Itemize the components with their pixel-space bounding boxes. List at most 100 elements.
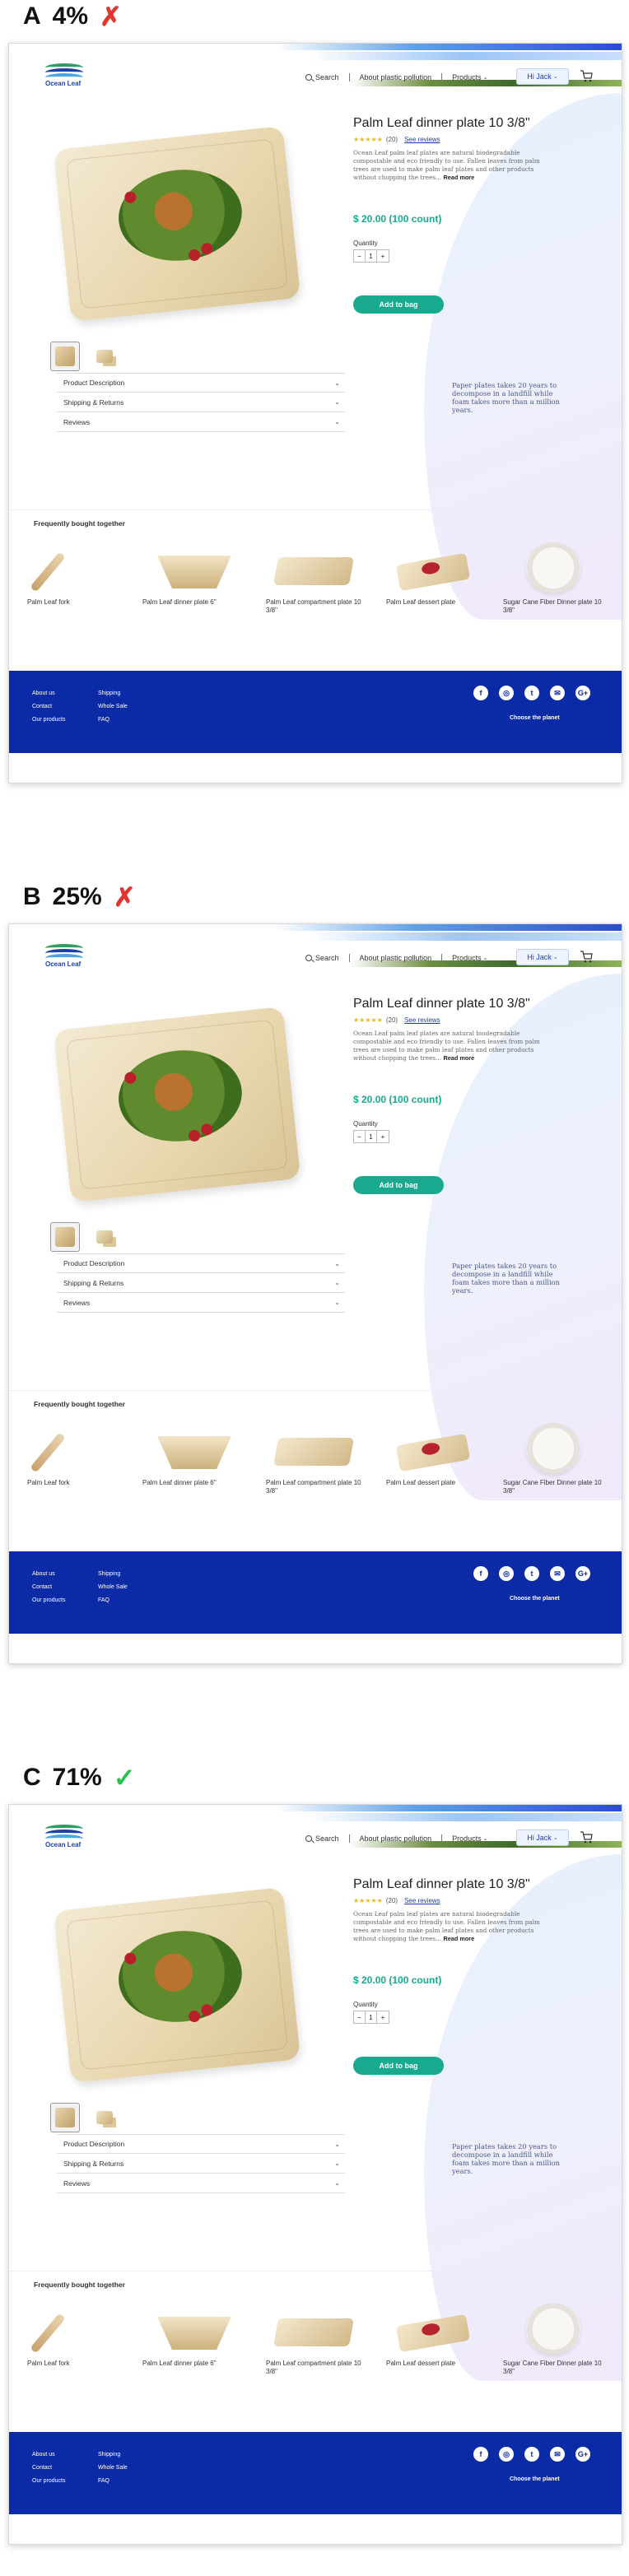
- footer-link[interactable]: FAQ: [98, 714, 128, 727]
- quantity-value[interactable]: 1: [366, 250, 377, 262]
- nav-search[interactable]: Search: [315, 1834, 339, 1843]
- read-more-link[interactable]: Read more: [443, 1054, 474, 1062]
- nav-products[interactable]: Products: [452, 1834, 482, 1843]
- thumbnail[interactable]: [90, 1222, 119, 1252]
- google-plus-icon[interactable]: G+: [575, 2447, 590, 2462]
- nav-search[interactable]: Search: [315, 73, 339, 81]
- read-more-link[interactable]: Read more: [443, 174, 474, 181]
- facebook-icon[interactable]: f: [473, 2447, 488, 2462]
- google-plus-icon[interactable]: G+: [575, 1566, 590, 1581]
- footer-link[interactable]: Our products: [32, 714, 65, 727]
- nav-about[interactable]: About plastic pollution: [360, 1834, 432, 1843]
- twitter-icon[interactable]: t: [524, 1566, 539, 1581]
- see-reviews-link[interactable]: See reviews: [404, 136, 440, 143]
- footer-link[interactable]: About us: [32, 687, 65, 700]
- fbt-product[interactable]: Palm Leaf fork: [27, 542, 126, 607]
- footer-link[interactable]: Shipping: [98, 1568, 128, 1581]
- footer-link[interactable]: About us: [32, 2448, 65, 2462]
- instagram-icon[interactable]: ◎: [499, 1566, 514, 1581]
- quantity-decrease-button[interactable]: −: [354, 2011, 366, 2023]
- fbt-product[interactable]: Palm Leaf dessert plate: [386, 1423, 485, 1487]
- search-icon[interactable]: [305, 1835, 312, 1842]
- email-icon[interactable]: ✉: [550, 686, 565, 700]
- fbt-product[interactable]: Palm Leaf fork: [27, 2304, 126, 2368]
- footer-link[interactable]: Contact: [32, 700, 65, 714]
- quantity-decrease-button[interactable]: −: [354, 1131, 366, 1142]
- fbt-product[interactable]: Palm Leaf dessert plate: [386, 542, 485, 607]
- quantity-decrease-button[interactable]: −: [354, 250, 366, 262]
- footer-link[interactable]: FAQ: [98, 1594, 128, 1607]
- fbt-product[interactable]: Palm Leaf fork: [27, 1423, 126, 1487]
- nav-products[interactable]: Products: [452, 954, 482, 962]
- read-more-link[interactable]: Read more: [443, 1935, 474, 1942]
- user-menu[interactable]: Hi Jack ⌄: [516, 949, 569, 965]
- see-reviews-link[interactable]: See reviews: [404, 1016, 440, 1024]
- footer-link[interactable]: Contact: [32, 1581, 65, 1594]
- ocean-leaf-logo[interactable]: Ocean Leaf: [45, 941, 86, 970]
- fbt-product[interactable]: Palm Leaf compartment plate 10 3/8": [266, 2304, 365, 2376]
- footer-link[interactable]: Whole Sale: [98, 1581, 128, 1594]
- footer-link[interactable]: FAQ: [98, 2475, 128, 2488]
- add-to-bag-button[interactable]: Add to bag: [353, 2057, 444, 2075]
- google-plus-icon[interactable]: G+: [575, 686, 590, 700]
- facebook-icon[interactable]: f: [473, 1566, 488, 1581]
- footer-link[interactable]: Shipping: [98, 687, 128, 700]
- instagram-icon[interactable]: ◎: [499, 686, 514, 700]
- footer-link[interactable]: Our products: [32, 1594, 65, 1607]
- email-icon[interactable]: ✉: [550, 2447, 565, 2462]
- footer-link[interactable]: Whole Sale: [98, 2462, 128, 2475]
- twitter-icon[interactable]: t: [524, 686, 539, 700]
- user-menu[interactable]: Hi Jack ⌄: [516, 68, 569, 85]
- accordion-item[interactable]: Shipping & Returns ⌄: [57, 1273, 345, 1293]
- fbt-product[interactable]: Sugar Cane Fiber Dinner plate 10 3/8": [503, 542, 602, 615]
- fbt-product[interactable]: Palm Leaf compartment plate 10 3/8": [266, 542, 365, 615]
- nav-search[interactable]: Search: [315, 954, 339, 962]
- twitter-icon[interactable]: t: [524, 2447, 539, 2462]
- accordion-item[interactable]: Product Description ⌄: [57, 1253, 345, 1273]
- thumbnail[interactable]: [50, 1222, 80, 1252]
- accordion-item[interactable]: Product Description ⌄: [57, 373, 345, 393]
- footer-link[interactable]: Our products: [32, 2475, 65, 2488]
- fbt-product[interactable]: Sugar Cane Fiber Dinner plate 10 3/8": [503, 1423, 602, 1495]
- accordion-item[interactable]: Shipping & Returns ⌄: [57, 2154, 345, 2174]
- fbt-product[interactable]: Palm Leaf dinner plate 6": [142, 2304, 241, 2368]
- add-to-bag-button[interactable]: Add to bag: [353, 1176, 444, 1194]
- nav-about[interactable]: About plastic pollution: [360, 954, 432, 962]
- thumbnail[interactable]: [50, 2103, 80, 2132]
- see-reviews-link[interactable]: See reviews: [404, 1897, 440, 1904]
- nav-products[interactable]: Products: [452, 73, 482, 81]
- fbt-product[interactable]: Sugar Cane Fiber Dinner plate 10 3/8": [503, 2304, 602, 2376]
- quantity-increase-button[interactable]: +: [377, 1131, 389, 1142]
- nav-about[interactable]: About plastic pollution: [360, 73, 432, 81]
- accordion-item[interactable]: Shipping & Returns ⌄: [57, 393, 345, 412]
- cart-icon[interactable]: [579, 68, 594, 83]
- fbt-product[interactable]: Palm Leaf compartment plate 10 3/8": [266, 1423, 365, 1495]
- footer-link[interactable]: Whole Sale: [98, 700, 128, 714]
- cart-icon[interactable]: [579, 949, 594, 964]
- accordion-item[interactable]: Reviews ⌄: [57, 412, 345, 432]
- accordion-item[interactable]: Product Description ⌄: [57, 2134, 345, 2154]
- fbt-product[interactable]: Palm Leaf dessert plate: [386, 2304, 485, 2368]
- email-icon[interactable]: ✉: [550, 1566, 565, 1581]
- search-icon[interactable]: [305, 74, 312, 81]
- thumbnail[interactable]: [50, 342, 80, 371]
- cart-icon[interactable]: [579, 1830, 594, 1844]
- quantity-increase-button[interactable]: +: [377, 2011, 389, 2023]
- facebook-icon[interactable]: f: [473, 686, 488, 700]
- add-to-bag-button[interactable]: Add to bag: [353, 295, 444, 314]
- footer-link[interactable]: Contact: [32, 2462, 65, 2475]
- fbt-product[interactable]: Palm Leaf dinner plate 6": [142, 542, 241, 607]
- quantity-value[interactable]: 1: [366, 1131, 377, 1142]
- instagram-icon[interactable]: ◎: [499, 2447, 514, 2462]
- footer-link[interactable]: About us: [32, 1568, 65, 1581]
- search-icon[interactable]: [305, 955, 312, 961]
- ocean-leaf-logo[interactable]: Ocean Leaf: [45, 60, 86, 90]
- thumbnail[interactable]: [90, 342, 119, 371]
- quantity-value[interactable]: 1: [366, 2011, 377, 2023]
- accordion-item[interactable]: Reviews ⌄: [57, 2174, 345, 2193]
- fbt-product[interactable]: Palm Leaf dinner plate 6": [142, 1423, 241, 1487]
- thumbnail[interactable]: [90, 2103, 119, 2132]
- accordion-item[interactable]: Reviews ⌄: [57, 1293, 345, 1313]
- ocean-leaf-logo[interactable]: Ocean Leaf: [45, 1821, 86, 1851]
- user-menu[interactable]: Hi Jack ⌄: [516, 1830, 569, 1846]
